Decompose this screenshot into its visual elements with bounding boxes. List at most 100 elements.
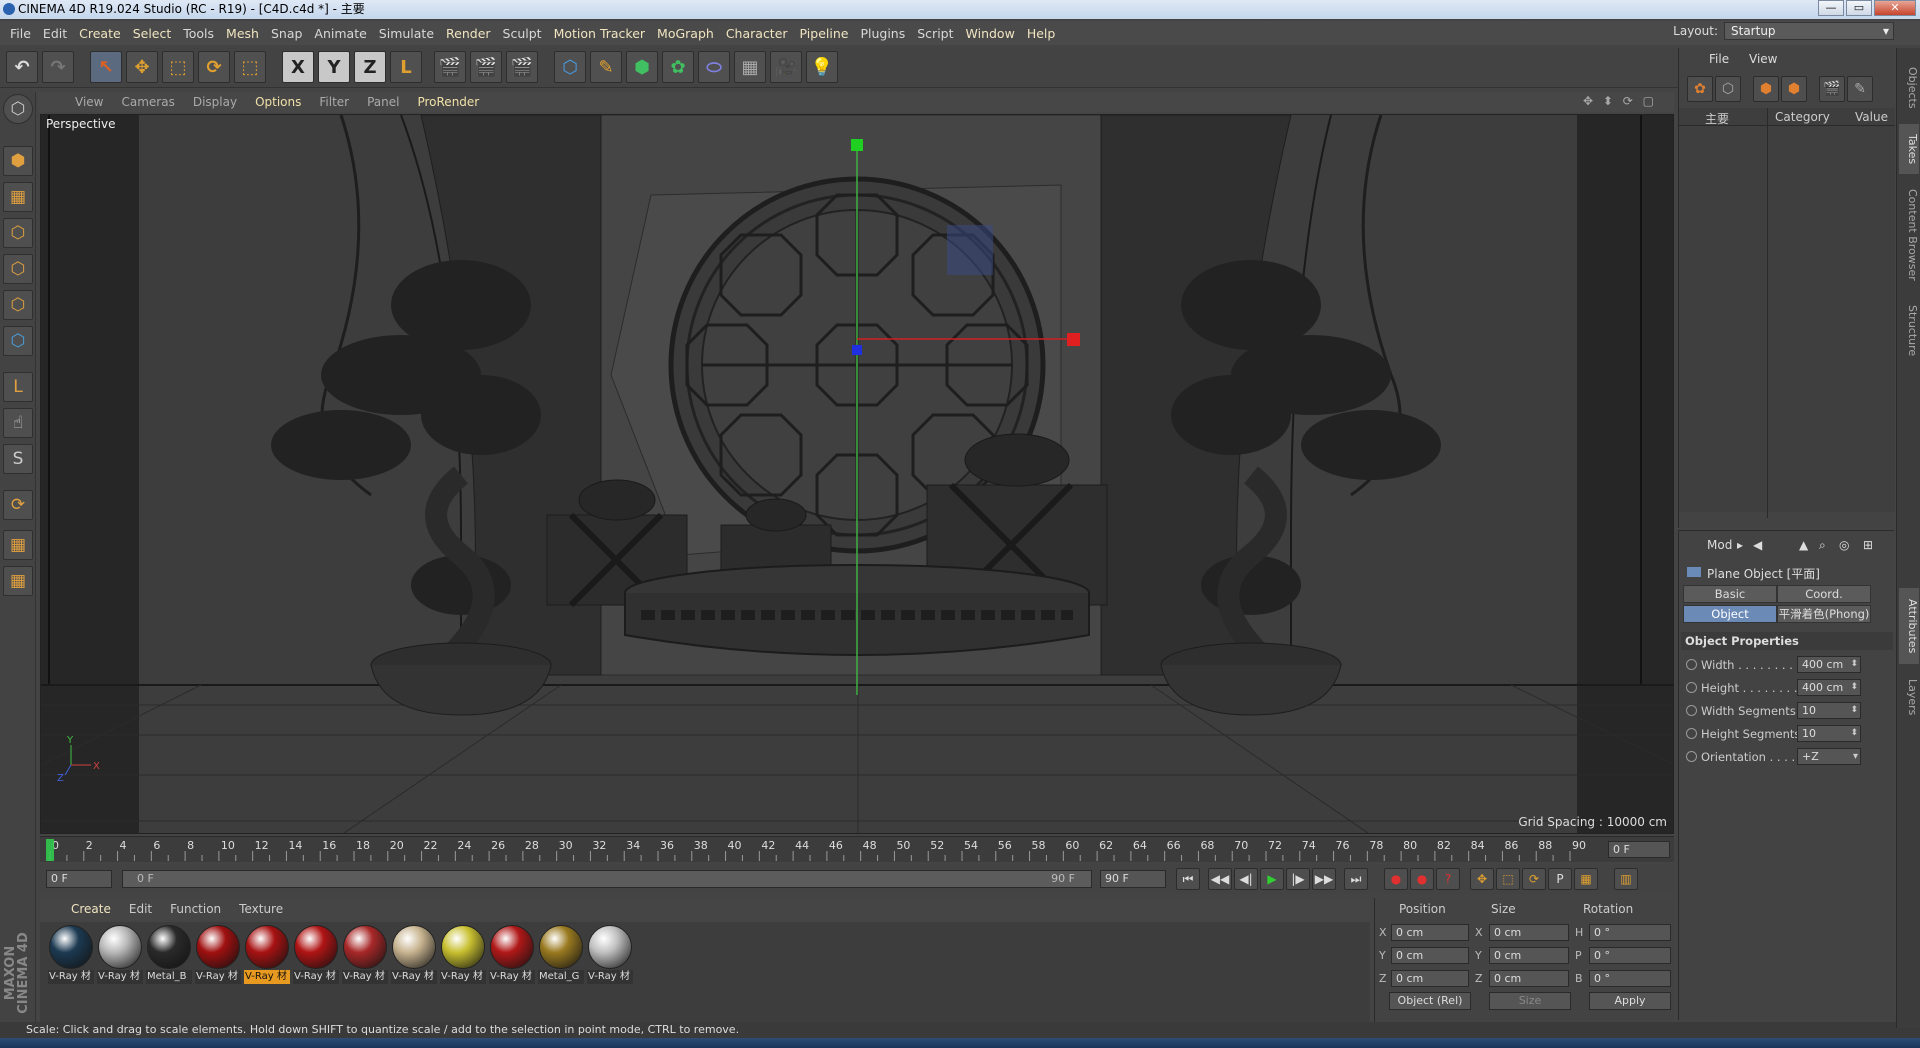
viewport-menu-options[interactable]: Options: [246, 95, 310, 109]
go-to-end-button[interactable]: ⏭: [1344, 868, 1368, 890]
menu-select[interactable]: Select: [127, 26, 178, 41]
attributes-arrow-icon[interactable]: ▸: [1737, 538, 1743, 552]
size-z-field[interactable]: 0 cm: [1489, 970, 1569, 987]
minimize-button[interactable]: —: [1818, 0, 1844, 16]
previous-frame-button[interactable]: ◀|: [1234, 868, 1258, 890]
viewport-menu-cameras[interactable]: Cameras: [112, 95, 183, 109]
material-menu-function[interactable]: Function: [161, 902, 230, 916]
tab-basic[interactable]: Basic: [1683, 585, 1777, 603]
cube-button[interactable]: ⬡: [554, 51, 586, 83]
side-tab-content-browser[interactable]: Content Browser: [1899, 180, 1919, 290]
subdivision-surface-button[interactable]: ⬢: [626, 51, 658, 83]
play-button[interactable]: ▶: [1260, 868, 1284, 890]
maximize-button[interactable]: ▭: [1846, 0, 1872, 16]
undo-button[interactable]: ↶: [6, 51, 38, 83]
timeline-window-button[interactable]: ▥: [1614, 868, 1638, 890]
record-keys-button[interactable]: ●: [1384, 868, 1408, 890]
close-button[interactable]: ✕: [1874, 0, 1916, 16]
timeline-ruler[interactable]: 0 2 4 6 8 10 12 14 16 18 20 22 24 26 28 30 32 34 36 38 40 42 4…: [40, 836, 1674, 862]
perspective-viewport[interactable]: Y X Z Perspective Grid Spacing : 10000 c…: [40, 114, 1674, 834]
y-axis-button[interactable]: Y: [318, 51, 350, 83]
material-swatch[interactable]: V-Ray 材: [342, 924, 388, 984]
objects-tool-4[interactable]: ⬢: [1781, 76, 1807, 102]
move-button[interactable]: ✥: [126, 51, 158, 83]
preview-range-slider[interactable]: 0 F 90 F: [122, 870, 1092, 888]
objects-tool-5[interactable]: 🎬: [1819, 76, 1845, 102]
material-menu-texture[interactable]: Texture: [230, 902, 292, 916]
menu-script[interactable]: Script: [911, 26, 959, 41]
render-view-button[interactable]: 🎬: [434, 51, 466, 83]
light-button[interactable]: 💡: [806, 51, 838, 83]
polygons-mode-button[interactable]: ⬡: [3, 326, 33, 356]
animate-width-segments-icon[interactable]: [1686, 705, 1697, 716]
current-frame-field[interactable]: 0 F: [1608, 841, 1670, 858]
menu-render[interactable]: Render: [440, 26, 497, 41]
side-tab-takes[interactable]: Takes: [1899, 124, 1919, 174]
objects-tool-3[interactable]: ⬢: [1753, 76, 1779, 102]
orientation-dropdown[interactable]: +Z: [1797, 748, 1861, 765]
model-mode-button[interactable]: ⬢: [3, 146, 33, 176]
make-editable-button[interactable]: ⬡: [3, 94, 33, 124]
size-y-field[interactable]: 0 cm: [1489, 947, 1569, 964]
rotate-button[interactable]: ⟳: [198, 51, 230, 83]
value-column-header[interactable]: Value: [1855, 110, 1888, 124]
animate-height-icon[interactable]: [1686, 682, 1697, 693]
viewport-menu-display[interactable]: Display: [184, 95, 246, 109]
size-mode-dropdown[interactable]: Size: [1489, 992, 1571, 1010]
objects-take-name[interactable]: 主要: [1705, 110, 1729, 127]
go-to-start-button[interactable]: ⏮: [1176, 868, 1200, 890]
object-tree[interactable]: [1679, 126, 1895, 512]
viewport-menu-panel[interactable]: Panel: [358, 95, 408, 109]
new-window-icon[interactable]: ⊞: [1863, 538, 1873, 552]
objects-menu-file[interactable]: File: [1709, 52, 1729, 66]
height-field[interactable]: 400 cm: [1797, 679, 1861, 696]
pos-y-field[interactable]: 0 cm: [1391, 947, 1469, 964]
soft-selection-button[interactable]: ⟳: [3, 490, 33, 520]
pos-x-field[interactable]: 0 cm: [1391, 924, 1469, 941]
texture-mode-button[interactable]: ▦: [3, 182, 33, 212]
material-swatch[interactable]: V-Ray 材: [195, 924, 241, 984]
menu-motion-tracker[interactable]: Motion Tracker: [548, 26, 651, 41]
viewport-menu-filter[interactable]: Filter: [310, 95, 358, 109]
animate-height-segments-icon[interactable]: [1686, 728, 1697, 739]
menu-mesh[interactable]: Mesh: [220, 26, 265, 41]
material-swatch[interactable]: Metal_G: [538, 924, 584, 984]
back-icon[interactable]: ◀: [1753, 538, 1762, 552]
menu-sculpt[interactable]: Sculpt: [497, 26, 548, 41]
rot-p-field[interactable]: 0 °: [1589, 947, 1671, 964]
end-frame-field[interactable]: 90 F: [1100, 870, 1166, 888]
live-selection-button[interactable]: ↖: [90, 51, 122, 83]
menu-file[interactable]: File: [4, 26, 37, 41]
material-menu-create[interactable]: Create: [62, 902, 120, 916]
pos-z-field[interactable]: 0 cm: [1391, 970, 1469, 987]
side-tab-attributes[interactable]: Attributes: [1899, 588, 1919, 664]
mograph-cloner-button[interactable]: ✿: [662, 51, 694, 83]
material-swatch[interactable]: V-Ray 材: [48, 924, 94, 984]
menu-create[interactable]: Create: [73, 26, 127, 41]
menu-animate[interactable]: Animate: [308, 26, 372, 41]
up-icon[interactable]: ▲: [1799, 538, 1808, 552]
material-swatch[interactable]: V-Ray 材: [391, 924, 437, 984]
menu-pipeline[interactable]: Pipeline: [794, 26, 855, 41]
tab-phong[interactable]: 平滑着色(Phong): [1777, 605, 1871, 623]
tab-object[interactable]: Object: [1683, 605, 1777, 623]
redo-button[interactable]: ↷: [42, 51, 74, 83]
layout-dropdown[interactable]: Startup: [1724, 22, 1894, 40]
floor-button[interactable]: ▦: [734, 51, 766, 83]
viewport-menu-prorender[interactable]: ProRender: [408, 95, 488, 109]
deformer-button[interactable]: ⬭: [698, 51, 730, 83]
material-swatch[interactable]: V-Ray 材: [244, 924, 290, 984]
previous-key-button[interactable]: ◀◀: [1208, 868, 1232, 890]
side-tab-structure[interactable]: Structure: [1899, 296, 1919, 366]
menu-mograph[interactable]: MoGraph: [651, 26, 720, 41]
viewport-navigation-icons[interactable]: ✥ ⬍ ⟳ ▢: [1574, 94, 1666, 108]
rot-h-field[interactable]: 0 °: [1589, 924, 1671, 941]
x-axis-button[interactable]: X: [282, 51, 314, 83]
coordinate-mode-dropdown[interactable]: Object (Rel): [1389, 992, 1471, 1010]
objects-tool-6[interactable]: ✎: [1847, 76, 1873, 102]
menu-window[interactable]: Window: [960, 26, 1021, 41]
material-menu-edit[interactable]: Edit: [120, 902, 161, 916]
record-pla-button[interactable]: ▦: [1574, 868, 1598, 890]
record-rotation-button[interactable]: ⟳: [1522, 868, 1546, 890]
next-frame-button[interactable]: |▶: [1286, 868, 1310, 890]
